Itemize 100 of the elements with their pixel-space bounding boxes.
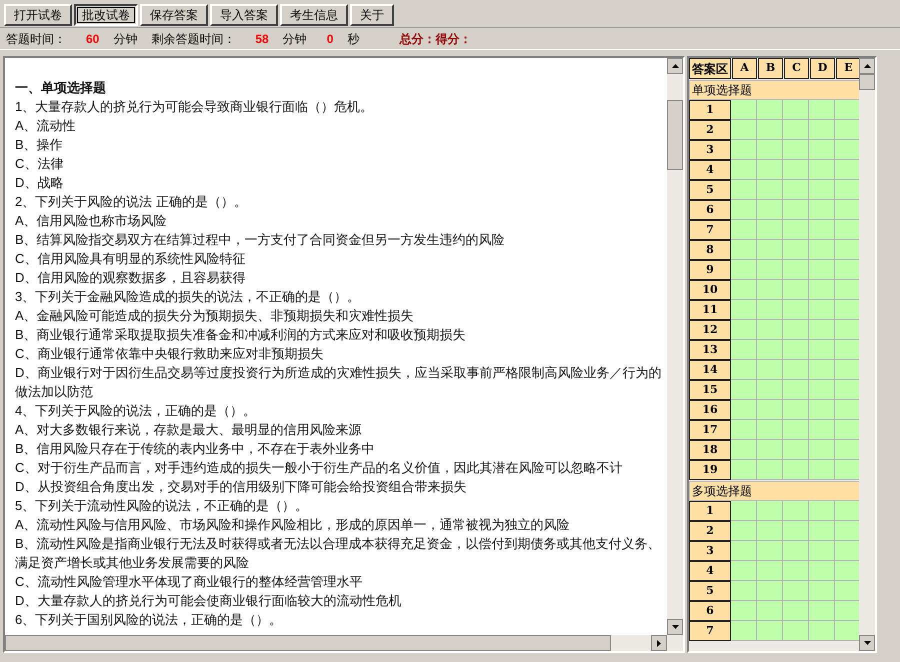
answer-cell[interactable] (809, 240, 835, 260)
answer-cell[interactable] (809, 400, 835, 420)
answer-cell[interactable] (835, 220, 860, 240)
scroll-up-button[interactable] (859, 58, 875, 74)
answer-cell[interactable] (731, 300, 757, 320)
answer-cell[interactable] (757, 180, 783, 200)
answer-cell[interactable] (809, 541, 835, 561)
answer-cell[interactable] (835, 320, 860, 340)
scrollbar-thumb[interactable] (859, 74, 875, 90)
answer-cell[interactable] (731, 521, 757, 541)
answer-cell[interactable] (757, 521, 783, 541)
answer-cell[interactable] (757, 420, 783, 440)
answer-cell[interactable] (731, 200, 757, 220)
answer-cell[interactable] (809, 160, 835, 180)
answer-cell[interactable] (809, 601, 835, 621)
answer-cell[interactable] (809, 521, 835, 541)
answer-cell[interactable] (783, 340, 809, 360)
answer-cell[interactable] (783, 260, 809, 280)
answer-cell[interactable] (809, 380, 835, 400)
answer-cell[interactable] (835, 541, 860, 561)
answer-cell[interactable] (809, 420, 835, 440)
answer-cell[interactable] (757, 440, 783, 460)
answer-cell[interactable] (757, 561, 783, 581)
answer-cell[interactable] (731, 420, 757, 440)
answer-cell[interactable] (783, 200, 809, 220)
answer-cell[interactable] (809, 440, 835, 460)
answer-cell[interactable] (809, 561, 835, 581)
answer-cell[interactable] (835, 180, 860, 200)
answer-cell[interactable] (809, 460, 835, 480)
answer-cell[interactable] (835, 160, 860, 180)
answer-cell[interactable] (783, 360, 809, 380)
answer-cell[interactable] (783, 160, 809, 180)
answer-cell[interactable] (731, 561, 757, 581)
toolbar-button[interactable]: 保存答案 (140, 4, 208, 26)
toolbar-button[interactable]: 导入答案 (210, 4, 278, 26)
answer-cell[interactable] (757, 240, 783, 260)
answer-cell[interactable] (835, 360, 860, 380)
answer-cell[interactable] (809, 280, 835, 300)
answer-cell[interactable] (731, 260, 757, 280)
answer-cell[interactable] (783, 581, 809, 601)
answer-cell[interactable] (783, 400, 809, 420)
answer-cell[interactable] (731, 340, 757, 360)
answer-cell[interactable] (731, 460, 757, 480)
scroll-up-button[interactable] (667, 58, 683, 74)
answer-cell[interactable] (835, 521, 860, 541)
answer-cell[interactable] (809, 120, 835, 140)
answer-cell[interactable] (757, 120, 783, 140)
answer-cell[interactable] (783, 240, 809, 260)
answer-cell[interactable] (835, 420, 860, 440)
answer-cell[interactable] (757, 160, 783, 180)
answer-cell[interactable] (809, 621, 835, 641)
answer-cell[interactable] (757, 581, 783, 601)
answer-cell[interactable] (757, 260, 783, 280)
answer-cell[interactable] (783, 120, 809, 140)
answer-cell[interactable] (835, 561, 860, 581)
answer-cell[interactable] (731, 160, 757, 180)
answer-cell[interactable] (783, 601, 809, 621)
answer-cell[interactable] (835, 200, 860, 220)
answer-cell[interactable] (731, 501, 757, 521)
answer-cell[interactable] (835, 601, 860, 621)
answer-cell[interactable] (783, 300, 809, 320)
answer-cell[interactable] (757, 300, 783, 320)
scroll-right-button[interactable] (651, 635, 667, 651)
answer-cell[interactable] (757, 220, 783, 240)
vertical-scrollbar[interactable] (667, 58, 683, 635)
scroll-down-button[interactable] (667, 619, 683, 635)
answer-cell[interactable] (783, 280, 809, 300)
answer-cell[interactable] (731, 120, 757, 140)
answer-cell[interactable] (757, 380, 783, 400)
answer-cell[interactable] (757, 541, 783, 561)
answer-cell[interactable] (783, 180, 809, 200)
answer-cell[interactable] (835, 340, 860, 360)
answer-cell[interactable] (757, 100, 783, 120)
answer-cell[interactable] (783, 440, 809, 460)
answer-scrollbar[interactable] (859, 58, 875, 651)
answer-cell[interactable] (757, 320, 783, 340)
answer-cell[interactable] (783, 521, 809, 541)
answer-cell[interactable] (809, 220, 835, 240)
answer-cell[interactable] (731, 220, 757, 240)
answer-cell[interactable] (835, 460, 860, 480)
answer-cell[interactable] (835, 581, 860, 601)
answer-cell[interactable] (835, 300, 860, 320)
toolbar-button[interactable]: 考生信息 (280, 4, 348, 26)
answer-cell[interactable] (835, 380, 860, 400)
answer-cell[interactable] (835, 140, 860, 160)
answer-cell[interactable] (731, 400, 757, 420)
answer-cell[interactable] (783, 541, 809, 561)
answer-cell[interactable] (835, 501, 860, 521)
answer-cell[interactable] (783, 420, 809, 440)
answer-cell[interactable] (809, 260, 835, 280)
answer-cell[interactable] (809, 200, 835, 220)
answer-cell[interactable] (757, 280, 783, 300)
answer-cell[interactable] (731, 320, 757, 340)
answer-cell[interactable] (783, 220, 809, 240)
answer-cell[interactable] (835, 280, 860, 300)
answer-cell[interactable] (835, 100, 860, 120)
answer-cell[interactable] (757, 140, 783, 160)
answer-cell[interactable] (731, 140, 757, 160)
answer-cell[interactable] (809, 360, 835, 380)
answer-cell[interactable] (835, 240, 860, 260)
